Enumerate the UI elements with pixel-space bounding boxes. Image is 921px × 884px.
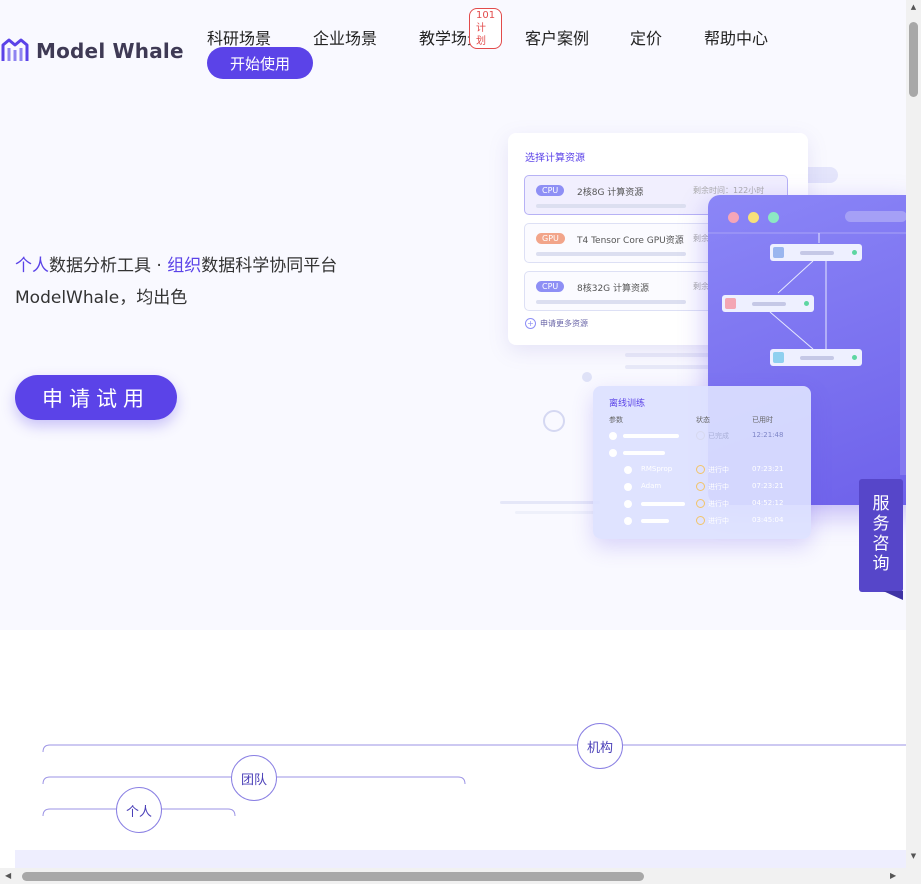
node-output-icon	[773, 352, 784, 363]
page: Model Whale 科研场景 企业场景 教学场景 101计划 客户案例 定价…	[0, 0, 906, 868]
run-time: 07:23:21	[752, 482, 784, 490]
horizontal-scrollbar[interactable]: ◀ ▶	[0, 868, 906, 884]
level-team[interactable]: 团队	[231, 755, 277, 801]
training-header-params: 参数	[609, 416, 623, 424]
status-ring-icon	[696, 431, 705, 440]
nav-pricing[interactable]: 定价	[630, 25, 662, 49]
resource-tag: CPU	[536, 281, 565, 292]
workflow-node[interactable]	[722, 295, 814, 312]
param-bar	[641, 502, 685, 506]
scrollbar-corner	[906, 868, 921, 884]
plan-101-badge[interactable]: 101计划	[469, 8, 503, 49]
status-ring-icon	[696, 499, 705, 508]
resource-time: 剩余	[693, 282, 709, 291]
training-row[interactable]: 进行中 04:52:12	[593, 497, 811, 511]
more-resources-link[interactable]: + 申请更多资源	[525, 318, 588, 329]
nav-enterprise[interactable]: 企业场景	[313, 25, 377, 49]
brand-logo[interactable]: Model Whale	[0, 33, 184, 69]
run-time: 07:23:21	[752, 465, 784, 473]
slogan-platform: 数据科学协同平台	[201, 256, 338, 276]
training-header-status: 状态	[696, 416, 710, 424]
scroll-down-icon[interactable]: ▼	[909, 852, 918, 860]
service-label: 服务咨询	[872, 494, 890, 574]
training-row[interactable]: Adam 进行中 07:23:21	[593, 480, 811, 494]
hero-illustration: 选择计算资源 CPU 2核8G 计算资源 剩余时间：122小时 GPU T4 T…	[490, 125, 906, 555]
training-row[interactable]: RMSprop 进行中 07:23:21	[593, 463, 811, 477]
more-resources-label: 申请更多资源	[540, 319, 588, 328]
resource-bar	[536, 252, 686, 256]
resource-bar	[536, 300, 686, 304]
apply-trial-button[interactable]: 申请试用	[15, 375, 177, 420]
vertical-scroll-thumb[interactable]	[909, 22, 918, 97]
param-icon	[624, 466, 632, 474]
bottom-band	[15, 850, 906, 868]
node-database-icon	[725, 298, 736, 309]
training-row[interactable]	[593, 446, 811, 460]
node-table-icon	[773, 247, 784, 258]
resource-card-title: 选择计算资源	[525, 153, 585, 164]
scroll-left-icon[interactable]: ◀	[5, 871, 11, 880]
training-card: 离线训练 参数 状态 已用时 已完成 12:21:48 RMSprop 进行中 …	[593, 386, 811, 539]
run-status: 进行中	[696, 482, 729, 492]
scroll-right-icon[interactable]: ▶	[890, 871, 896, 880]
param-bar	[641, 519, 669, 523]
slogan-org: 组织	[167, 256, 202, 276]
param-bar	[623, 451, 665, 455]
param-name: Adam	[641, 482, 662, 490]
level-organization[interactable]: 机构	[577, 723, 623, 769]
nav-cases[interactable]: 客户案例	[525, 25, 589, 49]
hero-section: Model Whale 科研场景 企业场景 教学场景 101计划 客户案例 定价…	[0, 0, 906, 630]
resource-tag: CPU	[536, 185, 565, 196]
hero-slogan: 个人数据分析工具 · 组织数据科学协同平台 ModelWhale，均出色	[15, 250, 337, 314]
level-personal[interactable]: 个人	[116, 787, 162, 833]
workflow-node[interactable]	[770, 349, 862, 366]
status-ring-icon	[696, 465, 705, 474]
training-row[interactable]: 进行中 03:45:04	[593, 514, 811, 528]
whale-logo-icon	[1, 38, 29, 61]
scroll-up-icon[interactable]: ▲	[909, 3, 918, 11]
plus-circle-icon: +	[525, 318, 536, 329]
run-time: 12:21:48	[752, 431, 784, 439]
run-status: 进行中	[696, 499, 729, 509]
param-icon	[624, 500, 632, 508]
param-icon	[624, 483, 632, 491]
resource-time: 剩余	[693, 234, 709, 243]
param-name: RMSprop	[641, 465, 673, 473]
training-row[interactable]: 已完成 12:21:48	[593, 429, 811, 443]
expand-icon	[609, 432, 617, 440]
run-status: 进行中	[696, 465, 729, 475]
service-tab-tail	[883, 591, 903, 600]
resource-name: 2核8G 计算资源	[577, 188, 644, 198]
start-button[interactable]: 开始使用	[207, 47, 313, 79]
workflow-node[interactable]	[770, 244, 862, 261]
resource-name: T4 Tensor Core GPU资源	[577, 236, 684, 246]
training-header-time: 已用时	[752, 416, 773, 424]
horizontal-scroll-thumb[interactable]	[22, 872, 644, 881]
run-time: 03:45:04	[752, 516, 784, 524]
service-consult-button[interactable]: 服务咨询	[859, 479, 903, 592]
run-status: 已完成	[696, 431, 729, 441]
run-status: 进行中	[696, 516, 729, 526]
levels-section: 机构 团队 个人	[0, 630, 906, 868]
param-bar	[623, 434, 679, 438]
brand-name: Model Whale	[36, 39, 184, 63]
resource-bar	[536, 204, 686, 208]
slogan-line2: ModelWhale，均出色	[15, 288, 188, 308]
nav-help[interactable]: 帮助中心	[704, 25, 768, 49]
expand-icon	[609, 449, 617, 457]
nav-research[interactable]: 科研场景	[207, 25, 271, 49]
slogan-personal: 个人	[15, 256, 49, 276]
training-card-title: 离线训练	[609, 399, 646, 409]
resource-name: 8核32G 计算资源	[577, 284, 650, 294]
vertical-scrollbar[interactable]: ▲ ▼	[906, 0, 921, 868]
status-ring-icon	[696, 482, 705, 491]
run-time: 04:52:12	[752, 499, 784, 507]
status-ring-icon	[696, 516, 705, 525]
param-icon	[624, 517, 632, 525]
slogan-tool: 数据分析工具 ·	[49, 256, 168, 276]
resource-tag: GPU	[536, 233, 565, 244]
